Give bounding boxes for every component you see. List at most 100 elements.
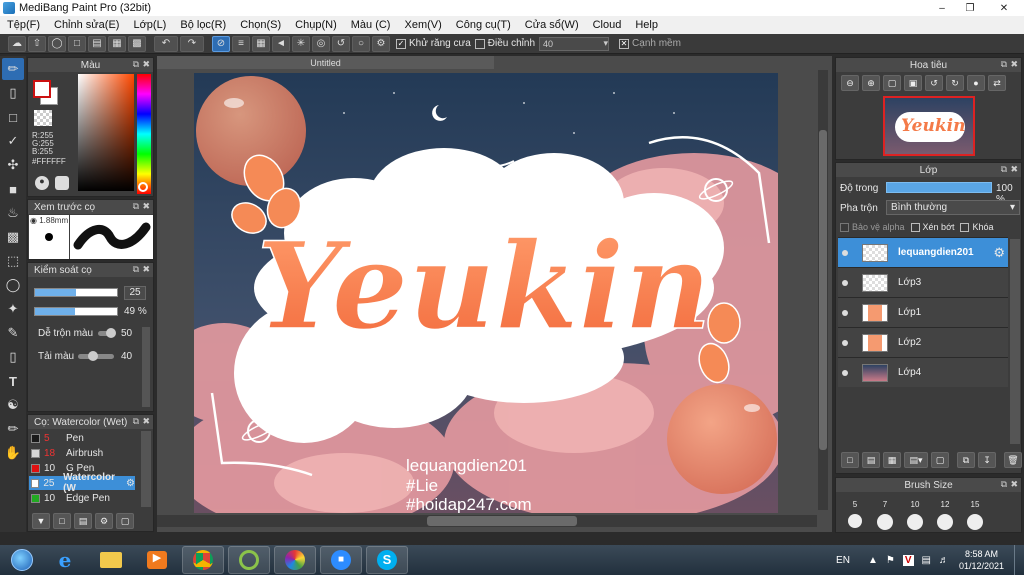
menu-tools[interactable]: Công cụ(T) xyxy=(449,19,518,31)
palette-icon[interactable]: ● xyxy=(35,176,49,190)
new-file-icon[interactable]: □ xyxy=(53,513,71,529)
snap-concentric-icon[interactable]: ◎ xyxy=(312,35,330,52)
snap-circle-icon[interactable]: ○ xyxy=(352,35,370,52)
panel-icon[interactable]: ▦ xyxy=(108,35,126,52)
redo-icon[interactable]: ↷ xyxy=(180,35,204,52)
comment-icon[interactable]: ◯ xyxy=(48,35,66,52)
opacity-slider[interactable] xyxy=(34,307,118,316)
soft-edge-checkbox[interactable]: ✕ xyxy=(619,38,630,49)
merge-down-icon[interactable]: ↧ xyxy=(978,452,996,468)
protect-alpha-checkbox[interactable] xyxy=(840,222,849,232)
snap-perspective-icon[interactable]: ◄ xyxy=(272,35,290,52)
cloud-icon[interactable]: ☁ xyxy=(8,35,26,52)
adjust-select[interactable]: 40 ▾ xyxy=(539,36,610,51)
network-icon[interactable]: ▤ xyxy=(922,555,931,566)
reset-rotation-icon[interactable]: ● xyxy=(967,75,985,91)
fit-window-icon[interactable]: ▢ xyxy=(883,75,901,91)
document-icon[interactable]: ▤ xyxy=(88,35,106,52)
menu-view[interactable]: Xem(V) xyxy=(397,19,448,31)
layer-row[interactable]: Lớp1 xyxy=(838,297,1008,327)
grid-icon[interactable]: ▩ xyxy=(128,35,146,52)
brush-settings-icon[interactable]: ⚙ xyxy=(95,513,113,529)
close-icon[interactable]: ✖ xyxy=(1010,164,1018,175)
popout-icon[interactable]: ⧉ xyxy=(133,264,139,275)
rotate-right-icon[interactable]: ↻ xyxy=(946,75,964,91)
close-icon[interactable]: ✖ xyxy=(142,201,150,212)
shape-fill-icon[interactable]: ■ xyxy=(2,178,24,200)
new-layer-icon[interactable]: □ xyxy=(841,452,859,468)
close-button[interactable]: ✕ xyxy=(984,0,1024,16)
layer-opacity-slider[interactable] xyxy=(886,182,992,193)
size-value[interactable]: 25 xyxy=(124,286,146,300)
undo-icon[interactable]: ↶ xyxy=(154,35,178,52)
foreground-color[interactable] xyxy=(33,80,51,98)
brush-size-dot[interactable] xyxy=(960,514,990,530)
menu-cloud[interactable]: Cloud xyxy=(586,19,629,31)
select-rect-icon[interactable]: ⬚ xyxy=(2,250,24,272)
select-pen-icon[interactable]: ✎ xyxy=(2,322,24,344)
lasso-tool-icon[interactable]: ◯ xyxy=(2,274,24,296)
popout-icon[interactable]: ⧉ xyxy=(133,201,139,212)
close-icon[interactable]: ✖ xyxy=(142,59,150,70)
maximize-button[interactable]: ❐ xyxy=(956,0,984,16)
close-icon[interactable]: ✖ xyxy=(1010,479,1018,490)
clock-date[interactable]: 01/12/2021 xyxy=(959,560,1004,572)
start-button[interactable] xyxy=(4,546,40,574)
menu-layer[interactable]: Lớp(L) xyxy=(126,19,173,31)
fill-brush-icon[interactable]: ✓ xyxy=(2,130,24,152)
select-eraser-icon[interactable]: ▯ xyxy=(2,346,24,368)
close-icon[interactable]: ✖ xyxy=(142,264,150,275)
clip-checkbox[interactable] xyxy=(910,222,920,232)
duplicate-layer-icon[interactable]: ⧉ xyxy=(957,452,975,468)
chrome-icon[interactable] xyxy=(182,546,224,574)
snap-off-icon[interactable]: ⊘ xyxy=(212,35,230,52)
visibility-icon[interactable] xyxy=(842,309,848,316)
volume-icon[interactable]: ♬ xyxy=(939,555,949,566)
visibility-icon[interactable] xyxy=(842,279,848,286)
eyedropper-icon[interactable]: ✏ xyxy=(2,418,24,440)
palette-settings-icon[interactable] xyxy=(55,176,69,190)
adjust-checkbox[interactable] xyxy=(474,38,485,49)
vertical-scrollbar[interactable] xyxy=(818,70,828,510)
menu-select[interactable]: Chọn(S) xyxy=(233,19,288,31)
gradient-tool-icon[interactable]: ▩ xyxy=(2,226,24,248)
menu-help[interactable]: Help xyxy=(628,19,665,31)
horizontal-scrollbar[interactable] xyxy=(157,515,817,527)
gear-icon[interactable]: ⚙ xyxy=(993,245,1005,261)
snap-parallel-icon[interactable]: ≡ xyxy=(232,35,250,52)
new-8bit-layer-icon[interactable]: ▦ xyxy=(883,452,901,468)
divide-tool-icon[interactable]: ☯ xyxy=(2,394,24,416)
zoom-icon[interactable]: ■ xyxy=(320,546,362,574)
delete-layer-icon[interactable]: 🗑 xyxy=(1004,452,1022,468)
popout-icon[interactable]: ⧉ xyxy=(1001,164,1007,175)
layer-row[interactable]: Lớp3 xyxy=(838,267,1008,297)
new-halftone-layer-icon[interactable]: ▤ xyxy=(862,452,880,468)
visibility-icon[interactable] xyxy=(842,369,848,376)
menu-file[interactable]: Tệp(F) xyxy=(0,19,47,31)
copy-brush-icon[interactable]: ▤ xyxy=(74,513,92,529)
menu-window[interactable]: Cửa sổ(W) xyxy=(518,19,586,31)
snap-settings-icon[interactable]: ⚙ xyxy=(372,35,390,52)
transparent-color[interactable] xyxy=(34,110,52,126)
load-slider[interactable] xyxy=(78,351,114,361)
brush-list-item[interactable]: 5 Pen xyxy=(29,431,135,445)
folder-icon[interactable]: ▢ xyxy=(116,513,134,529)
close-icon[interactable]: ✖ xyxy=(1010,59,1018,70)
actual-size-icon[interactable]: ▣ xyxy=(904,75,922,91)
greenshot-icon[interactable] xyxy=(228,546,270,574)
popout-icon[interactable]: ⧉ xyxy=(1001,59,1007,70)
vietkey-icon[interactable]: V xyxy=(902,554,914,566)
artwork-canvas[interactable]: Yeukin lequangdien201 #Lie #hoidap247.co… xyxy=(194,73,778,513)
layer-row[interactable]: Lớp4 xyxy=(838,357,1008,387)
layer-row-selected[interactable]: lequangdien201 ⚙ xyxy=(838,237,1008,267)
layer-scrollbar[interactable] xyxy=(1010,239,1020,444)
popout-icon[interactable]: ⧉ xyxy=(133,59,139,70)
brush-list-item[interactable]: 18 Airbrush xyxy=(29,446,135,460)
rect-tool-icon[interactable]: □ xyxy=(2,106,24,128)
brush-tool-icon[interactable]: ✏ xyxy=(2,58,24,80)
move-tool-icon[interactable]: ✣ xyxy=(2,154,24,176)
brush-size-dot[interactable] xyxy=(930,514,960,530)
close-icon[interactable]: ✖ xyxy=(142,416,150,427)
visibility-icon[interactable] xyxy=(842,339,848,346)
menu-filter[interactable]: Bộ lọc(R) xyxy=(173,19,233,31)
